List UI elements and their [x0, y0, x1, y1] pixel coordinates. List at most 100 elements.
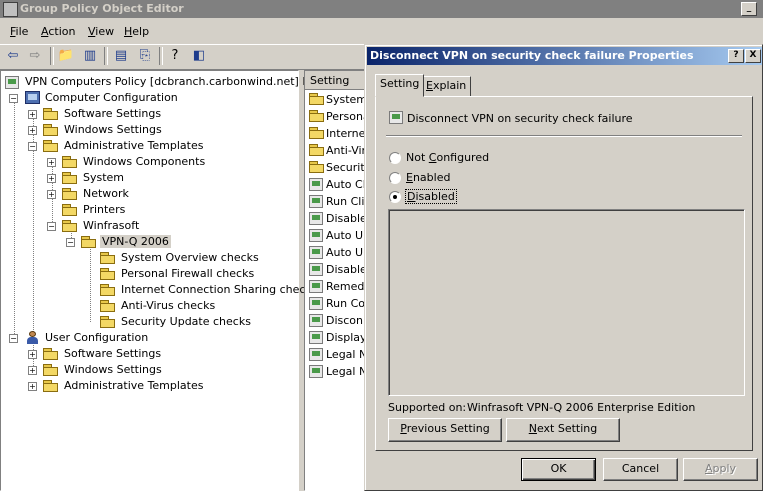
list-item-label: Disable	[326, 212, 366, 225]
help-icon[interactable]: ?	[166, 48, 184, 64]
forward-arrow-icon[interactable]: ⇨	[26, 48, 44, 64]
list-column-header[interactable]: Setting	[305, 71, 365, 90]
policy-setting-icon	[309, 212, 323, 225]
folder-icon	[100, 300, 116, 312]
tab-setting-label: Setting	[380, 77, 420, 90]
folder-icon	[309, 110, 325, 122]
policy-setting-icon	[309, 178, 323, 191]
properties-icon[interactable]: ▤	[112, 48, 130, 64]
list-item-label: Disable	[326, 263, 366, 276]
toolbar-separator	[104, 47, 108, 65]
cancel-button[interactable]: Cancel	[603, 458, 678, 481]
expand-toggle[interactable]: +	[28, 126, 37, 135]
policy-setting-icon	[309, 246, 323, 259]
folder-icon	[62, 156, 78, 168]
menu-action[interactable]: Action	[41, 25, 75, 38]
policy-setting-icon	[309, 263, 323, 276]
policy-setting-icon	[309, 297, 323, 310]
folder-icon	[43, 108, 59, 120]
menu-file[interactable]: File	[10, 25, 28, 38]
toolbar-separator	[50, 47, 54, 65]
list-item-label: Remedia	[326, 280, 365, 293]
list-item-label: Security	[326, 161, 365, 174]
folder-icon	[309, 93, 325, 105]
policy-setting-icon	[309, 314, 323, 327]
radio-disabled[interactable]	[389, 191, 401, 203]
list-item-label: Anti-Viru	[326, 144, 365, 157]
previous-setting-button[interactable]: Previous Setting	[388, 418, 502, 442]
expand-toggle[interactable]: +	[28, 350, 37, 359]
collapse-toggle[interactable]: −	[47, 222, 56, 231]
export-list-icon[interactable]: ⎘	[136, 48, 154, 64]
settings-list-pane[interactable]: Setting System Persona Internet Anti-Viru Se…	[304, 70, 366, 491]
dialog-title: Disconnect VPN on security check failure…	[370, 49, 694, 62]
list-item-label: Disconn	[326, 314, 366, 327]
back-arrow-icon[interactable]: ⇦	[4, 48, 22, 64]
user-icon	[25, 331, 40, 344]
radio-not-configured-label[interactable]: Not Configured	[406, 151, 489, 164]
folder-open-icon	[81, 236, 97, 248]
apply-button[interactable]: Apply	[683, 458, 758, 481]
next-setting-button[interactable]: Next Setting	[506, 418, 620, 442]
menu-view[interactable]: View	[88, 25, 114, 38]
help-button[interactable]: ?	[728, 49, 744, 63]
expand-toggle[interactable]: +	[28, 110, 37, 119]
expand-toggle[interactable]: +	[47, 190, 56, 199]
dialog-title-bar: Disconnect VPN on security check failure…	[367, 47, 762, 65]
list-item-label: Auto Up	[326, 246, 366, 259]
policy-setting-icon	[309, 331, 323, 344]
policy-setting-icon	[309, 348, 323, 361]
radio-not-configured[interactable]	[389, 152, 401, 164]
gpedit-app-icon	[3, 2, 18, 17]
policy-setting-icon	[309, 365, 323, 378]
radio-disabled-label[interactable]: Disabled	[405, 189, 457, 204]
expand-toggle[interactable]: +	[28, 382, 37, 391]
folder-icon	[100, 252, 116, 264]
toolbar-separator	[159, 47, 163, 65]
folder-icon	[43, 380, 59, 392]
collapse-toggle[interactable]: −	[9, 94, 18, 103]
show-extended-icon[interactable]: ◧	[190, 48, 208, 64]
collapse-toggle[interactable]: −	[66, 238, 75, 247]
expand-toggle[interactable]: +	[47, 158, 56, 167]
list-item-label: Persona	[326, 110, 366, 123]
divider	[386, 135, 742, 137]
radio-enabled[interactable]	[389, 172, 401, 184]
list-item-label: Legal No	[326, 348, 365, 361]
collapse-toggle[interactable]: −	[9, 334, 18, 343]
tree-line	[14, 98, 15, 338]
list-item-label: System	[326, 93, 366, 106]
main-title-bar: Group Policy Object Editor _	[0, 0, 763, 18]
policy-setting-icon	[309, 195, 323, 208]
minimize-button[interactable]: _	[741, 2, 757, 16]
radio-enabled-label[interactable]: Enabled	[406, 171, 450, 184]
window-title: Group Policy Object Editor	[20, 2, 184, 15]
folder-icon	[62, 204, 78, 216]
folder-icon	[100, 284, 116, 296]
menu-bar: File Action View Help	[0, 20, 763, 42]
tab-setting[interactable]: Setting	[375, 74, 425, 97]
policy-object-icon	[5, 76, 19, 89]
folder-icon	[43, 124, 59, 136]
expand-toggle[interactable]: +	[47, 174, 56, 183]
tab-explain[interactable]: Explain	[421, 76, 472, 96]
show-hide-tree-icon[interactable]: ▥	[81, 48, 99, 64]
folder-icon	[100, 268, 116, 280]
up-folder-icon[interactable]: 📁	[57, 48, 75, 64]
properties-dialog: Disconnect VPN on security check failure…	[364, 44, 763, 491]
collapse-toggle[interactable]: −	[28, 142, 37, 151]
tree-pane[interactable]: VPN Computers Policy [dcbranch.carbonwin…	[0, 70, 334, 491]
setting-tab-panel: Disconnect VPN on security check failure…	[375, 96, 753, 451]
folder-icon	[62, 172, 78, 184]
menu-help[interactable]: Help	[124, 25, 149, 38]
list-item-label: Display	[326, 331, 366, 344]
close-button[interactable]: X	[745, 49, 761, 63]
folder-icon	[62, 188, 78, 200]
policy-setting-icon	[389, 111, 403, 124]
folder-icon	[43, 348, 59, 360]
supported-on-label: Supported on:	[388, 401, 467, 414]
setting-value-box	[388, 209, 745, 396]
list-item-label: Run Con	[326, 297, 365, 310]
expand-toggle[interactable]: +	[28, 366, 37, 375]
ok-button[interactable]: OK	[521, 458, 596, 481]
